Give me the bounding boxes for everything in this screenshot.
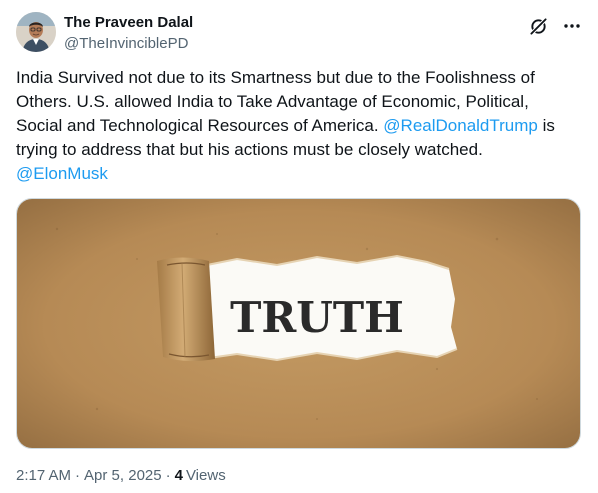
torn-cardboard-image: TRUTH bbox=[17, 199, 580, 448]
avatar-image bbox=[16, 12, 56, 52]
views-count: 4 bbox=[174, 467, 183, 484]
avatar[interactable] bbox=[16, 12, 56, 52]
tweet-text: India Survived not due to its Smartness … bbox=[16, 66, 576, 186]
author-block: The Praveen Dalal @TheInvinciblePD bbox=[64, 14, 193, 54]
author-handle[interactable]: @TheInvinciblePD bbox=[64, 34, 193, 54]
mention-link[interactable]: @ElonMusk bbox=[16, 164, 108, 183]
views-label: Views bbox=[185, 467, 226, 484]
tweet-time[interactable]: 2:17 AM bbox=[16, 466, 71, 486]
grok-icon[interactable] bbox=[528, 16, 548, 36]
more-icon[interactable] bbox=[562, 16, 582, 36]
tweet-date[interactable]: Apr 5, 2025 bbox=[84, 466, 162, 486]
tweet-meta: 2:17 AM · Apr 5, 2025 · 4 Views bbox=[16, 466, 226, 486]
tweet-image[interactable]: TRUTH bbox=[16, 198, 581, 449]
separator: · bbox=[165, 467, 171, 484]
tweet: The Praveen Dalal @TheInvinciblePD India… bbox=[0, 0, 598, 493]
mention-link[interactable]: @RealDonaldTrump bbox=[383, 116, 538, 135]
truth-word: TRUTH bbox=[230, 293, 404, 342]
separator: · bbox=[75, 467, 81, 484]
header-actions bbox=[528, 16, 582, 36]
author-display-name[interactable]: The Praveen Dalal bbox=[64, 14, 193, 32]
